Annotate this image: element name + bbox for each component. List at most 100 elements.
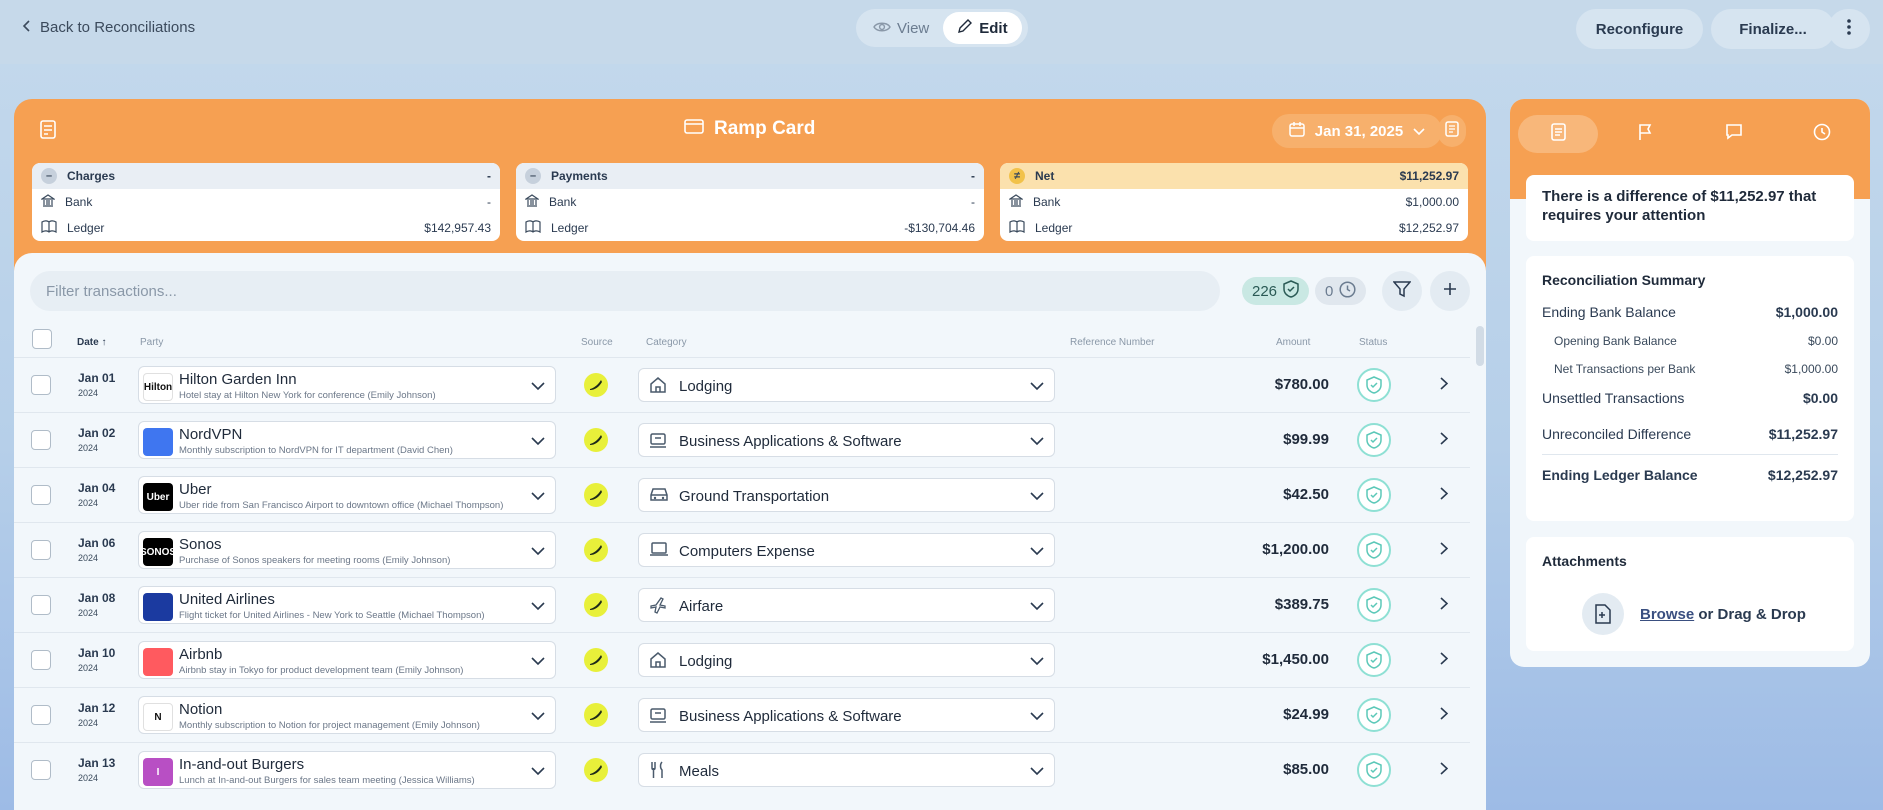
bank-label: Bank <box>65 195 93 209</box>
bank-icon <box>524 193 540 211</box>
tab-summary[interactable] <box>1518 115 1598 153</box>
bank-label: Bank <box>549 195 577 209</box>
table-row[interactable]: Jan 10 2024 Airbnb Airbnb stay in Tokyo f… <box>14 632 1470 687</box>
status-reconciled-icon[interactable] <box>1357 753 1391 787</box>
table-row[interactable]: Jan 06 2024 SONOS Sonos Purchase of Sonos… <box>14 522 1470 577</box>
table-row[interactable]: Jan 12 2024 N Notion Monthly subscription… <box>14 687 1470 742</box>
arrow-up-icon: ↑ <box>101 337 107 348</box>
chevron-right-icon[interactable] <box>1440 652 1449 670</box>
more-menu-button[interactable] <box>1828 9 1870 49</box>
period-date-picker[interactable]: Jan 31, 2025 <box>1272 114 1442 148</box>
party-select[interactable]: Uber Uber Uber ride from San Francisco A… <box>138 476 556 514</box>
chevron-right-icon[interactable] <box>1440 762 1449 780</box>
chevron-right-icon[interactable] <box>1440 377 1449 395</box>
clock-icon <box>1339 280 1356 302</box>
party-description: Monthly subscription to NordVPN for IT d… <box>179 445 453 456</box>
party-select[interactable]: NordVPN Monthly subscription to NordVPN … <box>138 421 556 459</box>
tab-flags[interactable] <box>1606 115 1686 153</box>
status-reconciled-icon[interactable] <box>1357 588 1391 622</box>
status-reconciled-icon[interactable] <box>1357 478 1391 512</box>
table-row[interactable]: Jan 08 2024 United Airlines Flight ticket… <box>14 577 1470 632</box>
transaction-date: Jan 13 2024 <box>78 756 115 786</box>
status-reconciled-icon[interactable] <box>1357 698 1391 732</box>
reconfigure-button[interactable]: Reconfigure <box>1576 9 1703 49</box>
chevron-right-icon[interactable] <box>1440 432 1449 450</box>
status-reconciled-icon[interactable] <box>1357 368 1391 402</box>
row-checkbox[interactable] <box>31 650 51 670</box>
category-select[interactable]: Lodging <box>638 643 1055 677</box>
party-select[interactable]: Airbnb Airbnb stay in Tokyo for product … <box>138 641 556 679</box>
status-reconciled-icon[interactable] <box>1357 643 1391 677</box>
status-reconciled-icon[interactable] <box>1357 423 1391 457</box>
ramp-source-icon <box>584 483 608 507</box>
filter-button[interactable] <box>1382 271 1422 311</box>
row-checkbox[interactable] <box>31 705 51 725</box>
category-select[interactable]: Business Applications & Software <box>638 423 1055 457</box>
calendar-icon <box>1289 121 1305 141</box>
pending-count-chip[interactable]: 0 <box>1315 277 1367 305</box>
payments-total: - <box>971 169 975 183</box>
party-select[interactable]: United Airlines Flight ticket for United… <box>138 586 556 624</box>
row-checkbox[interactable] <box>31 595 51 615</box>
chevron-down-icon <box>531 763 545 781</box>
filter-input[interactable]: Filter transactions... <box>30 271 1220 311</box>
chevron-right-icon[interactable] <box>1440 542 1449 560</box>
tab-comments[interactable] <box>1694 115 1774 153</box>
attachments-dropzone[interactable]: Browse or Drag & Drop <box>1640 606 1806 623</box>
chevron-left-icon <box>22 19 32 36</box>
row-checkbox[interactable] <box>31 760 51 780</box>
row-checkbox[interactable] <box>31 375 51 395</box>
net-card: ≠ Net $11,252.97 Bank $1,000.00 Ledger $12,2… <box>1000 163 1468 241</box>
category-select[interactable]: Computers Expense <box>638 533 1055 567</box>
table-row[interactable]: Jan 13 2024 I In-and-out Burgers Lunch at… <box>14 742 1470 797</box>
view-mode-button[interactable]: View <box>859 12 943 44</box>
table-row[interactable]: Jan 02 2024 NordVPN Monthly subscription … <box>14 412 1470 467</box>
browse-link[interactable]: Browse <box>1640 606 1694 623</box>
category-select[interactable]: Meals <box>638 753 1055 787</box>
tab-history[interactable] <box>1782 115 1862 153</box>
document-icon <box>1550 122 1566 146</box>
attachments-card: Attachments Browse or Drag & Drop <box>1526 537 1854 651</box>
table-row[interactable]: Jan 01 2024 Hilton Hilton Garden Inn Hote… <box>14 357 1470 412</box>
chevron-right-icon[interactable] <box>1440 597 1449 615</box>
chevron-right-icon[interactable] <box>1440 707 1449 725</box>
transaction-date: Jan 10 2024 <box>78 646 115 676</box>
category-select[interactable]: Ground Transportation <box>638 478 1055 512</box>
category-select[interactable]: Business Applications & Software <box>638 698 1055 732</box>
back-link[interactable]: Back to Reconciliations <box>22 19 195 36</box>
category-select[interactable]: Lodging <box>638 368 1055 402</box>
party-select[interactable]: I In-and-out Burgers Lunch at In-and-out… <box>138 751 556 789</box>
ramp-source-icon <box>584 593 608 617</box>
notes-icon[interactable] <box>35 116 63 144</box>
category-label: Business Applications & Software <box>679 708 902 725</box>
add-transaction-button[interactable] <box>1430 271 1470 311</box>
party-select[interactable]: Hilton Hilton Garden Inn Hotel stay at H… <box>138 366 556 404</box>
date-column-header[interactable]: Date ↑ <box>77 337 106 348</box>
unsettled-transactions-value: $0.00 <box>1802 390 1838 406</box>
status-reconciled-icon[interactable] <box>1357 533 1391 567</box>
payments-label: Payments <box>551 169 608 183</box>
party-description: Purchase of Sonos speakers for meeting r… <box>179 555 451 566</box>
category-select[interactable]: Airfare <box>638 588 1055 622</box>
add-file-icon[interactable] <box>1582 593 1624 635</box>
category-column-header: Category <box>646 337 687 348</box>
transaction-date: Jan 12 2024 <box>78 701 115 731</box>
row-checkbox[interactable] <box>31 485 51 505</box>
chevron-down-icon <box>531 543 545 561</box>
row-checkbox[interactable] <box>31 540 51 560</box>
finalize-button[interactable]: Finalize... <box>1711 9 1835 49</box>
table-scrollbar[interactable] <box>1476 326 1484 366</box>
chevron-right-icon[interactable] <box>1440 487 1449 505</box>
party-name: Uber <box>179 481 212 498</box>
unsettled-transactions-row: Unsettled Transactions $0.00 <box>1542 390 1838 406</box>
statement-button[interactable] <box>1438 115 1466 147</box>
party-select[interactable]: N Notion Monthly subscription to Notion … <box>138 696 556 734</box>
party-select[interactable]: SONOS Sonos Purchase of Sonos speakers f… <box>138 531 556 569</box>
ending-bank-balance-label: Ending Bank Balance <box>1542 304 1676 320</box>
row-checkbox[interactable] <box>31 430 51 450</box>
table-row[interactable]: Jan 04 2024 Uber Uber Uber ride from San … <box>14 467 1470 522</box>
book-icon <box>525 220 541 236</box>
edit-mode-button[interactable]: Edit <box>943 12 1022 44</box>
reconciled-count-chip[interactable]: 226 <box>1242 277 1310 305</box>
select-all-checkbox[interactable] <box>32 329 52 349</box>
